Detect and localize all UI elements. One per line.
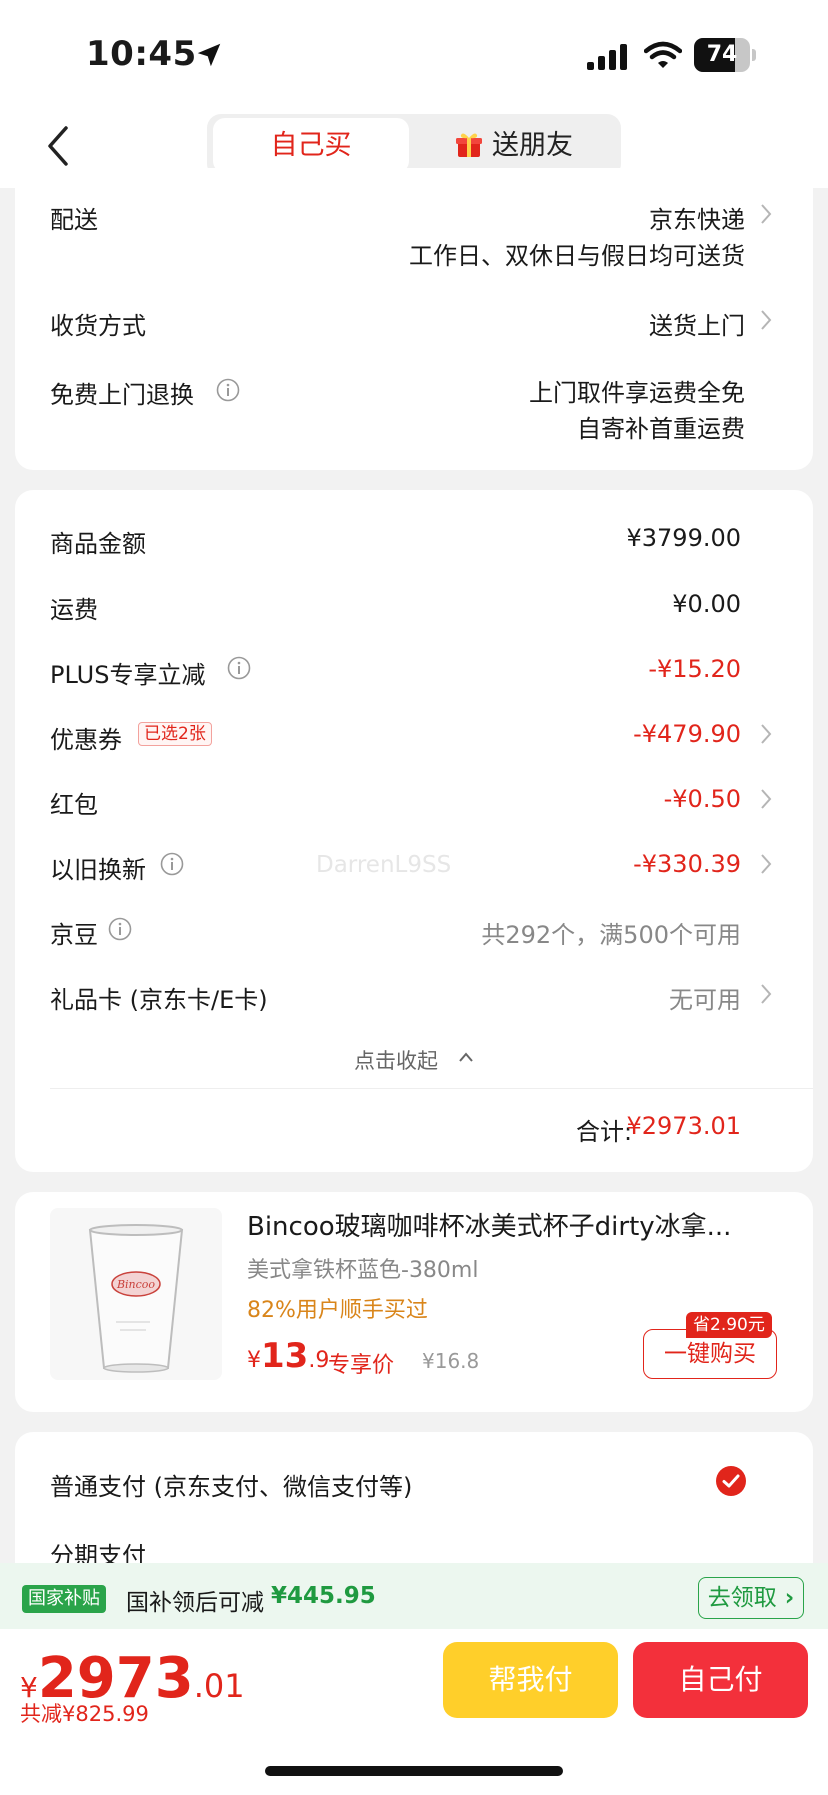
freight-value: ¥0.00 [672,590,741,618]
goods-amount-label: 商品金额 [50,530,146,558]
chevron-right-icon[interactable] [760,309,772,331]
glass-cup-image: Bincoo [88,1224,184,1373]
back-chevron-icon[interactable] [42,122,72,170]
shipping-label: 配送 [50,206,98,234]
currency-symbol: ¥ [247,1348,261,1373]
product-spec: 美式拿铁杯蓝色-380ml [247,1258,479,1283]
chevron-right-icon[interactable] [760,203,772,225]
red-packet-label: 红包 [50,791,98,819]
national-subsidy-badge: 国家补贴 [22,1585,106,1613]
subsidy-text: 国补领后可减 [126,1590,264,1616]
red-packet-value[interactable]: -¥0.50 [664,785,741,813]
self-pay-button[interactable]: 自己付 [633,1642,808,1718]
checkmark-selected-icon[interactable] [715,1465,747,1497]
plus-discount-label: PLUS专享立减 [50,661,206,689]
location-arrow-icon [197,43,221,67]
help-pay-button[interactable]: 帮我付 [443,1642,618,1718]
coupon-value[interactable]: -¥479.90 [633,720,741,748]
trade-in-value[interactable]: -¥330.39 [633,850,741,878]
chevron-right-icon[interactable] [760,723,772,745]
free-return-pickup: 上门取件享运费全免 [529,379,745,407]
trade-in-label: 以旧换新 [50,856,146,884]
total-label: 合计: [576,1118,633,1146]
shipping-schedule: 工作日、双休日与假日均可送货 [409,242,745,270]
collapse-toggle[interactable]: 点击收起 [354,1045,438,1075]
gift-card-value[interactable]: 无可用 [669,980,741,1015]
info-icon[interactable] [216,378,240,402]
coupon-selected-badge: 已选2张 [138,722,212,746]
price-decimal: .9 [308,1348,330,1373]
chevron-right-icon[interactable] [760,983,772,1005]
chevron-right-icon[interactable] [760,853,772,875]
jingdou-value: 共292个，满500个可用 [481,921,741,949]
exclusive-price-tag: 专享价 [328,1353,395,1378]
product-price: ¥13.9 [247,1336,329,1376]
total-decimal: .01 [193,1667,245,1705]
free-return-label: 免费上门退换 [50,381,194,409]
gift-icon [456,133,482,157]
chevron-up-icon[interactable] [458,1051,474,1063]
delivery-method-value[interactable]: 送货上门 [649,306,745,341]
cellular-signal-icon [587,44,627,70]
price-integer: 13 [261,1336,309,1376]
tab-buy-self[interactable]: 自己买 [213,118,409,173]
freight-label: 运费 [50,596,98,624]
goods-amount-value: ¥3799.00 [626,524,741,552]
claim-subsidy-label: 去领取 [707,1585,777,1611]
battery-level: 74 [706,42,738,67]
tab-send-friend[interactable]: 送朋友 [492,118,612,173]
battery-icon: 74 [694,38,756,72]
shipping-carrier[interactable]: 京东快递 [649,200,745,235]
total-value: ¥2973.01 [626,1112,741,1140]
coupon-label: 优惠券 [50,726,122,754]
divider [50,1088,813,1089]
delivery-method-label: 收货方式 [50,312,146,340]
product-title[interactable]: Bincoo玻璃咖啡杯冰美式杯子dirty冰拿... [247,1206,731,1243]
jingdou-label: 京豆 [50,921,98,949]
status-time: 10:45 [86,34,197,74]
normal-payment-label[interactable]: 普通支付 (京东支付、微信支付等) [50,1467,412,1502]
home-indicator[interactable] [265,1766,563,1776]
chevron-right-icon: › [776,1585,795,1611]
wifi-icon [644,41,682,68]
original-price: ¥16.8 [422,1349,480,1373]
chevron-right-icon[interactable] [760,788,772,810]
plus-discount-value: -¥15.20 [648,655,741,683]
claim-subsidy-button[interactable]: 去领取 › [698,1577,804,1619]
repurchase-rate: 82%用户顺手买过 [247,1298,428,1323]
free-return-selfship: 自寄补首重运费 [577,415,745,443]
info-icon[interactable] [108,917,132,941]
cup-logo-text: Bincoo [116,1278,155,1291]
total-saved: 共减¥825.99 [20,1702,149,1726]
save-badge: 省2.90元 [686,1312,772,1338]
info-icon[interactable] [160,852,184,876]
gift-card-label: 礼品卡 (京东卡/E卡) [50,986,268,1014]
subsidy-amount: ¥445.95 [271,1583,376,1609]
info-icon[interactable] [227,656,251,680]
watermark: DarrenL9SS [316,852,452,878]
